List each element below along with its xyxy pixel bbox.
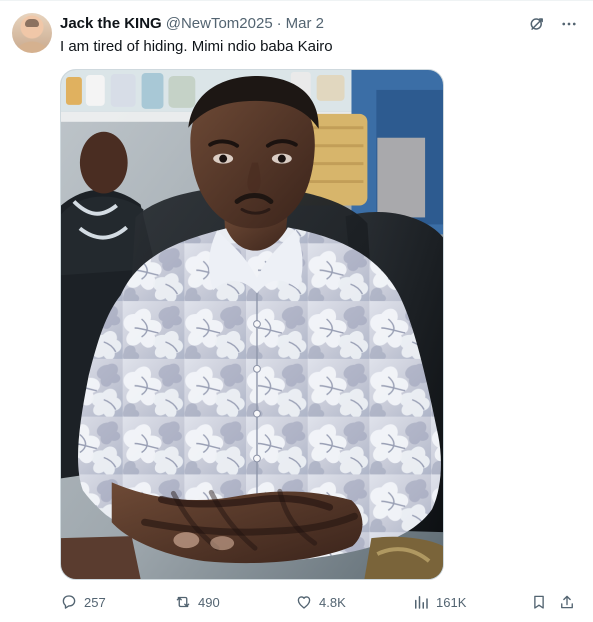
share-button[interactable] [558,593,576,613]
grok-icon[interactable] [527,14,547,34]
views-icon [412,593,430,614]
share-icon [558,593,576,614]
view-count: 161K [436,595,467,610]
tweet-photo[interactable] [60,69,444,580]
repost-count: 490 [198,595,220,610]
like-icon [295,593,313,614]
post-date[interactable]: Mar 2 [286,14,324,34]
more-icon[interactable] [559,14,579,34]
tweet-actions: 257 490 4.8K 161K [60,593,580,613]
reply-count: 257 [84,595,106,610]
display-name[interactable]: Jack the KING [60,14,162,34]
top-actions [527,14,579,34]
separator-dot: · [276,15,282,32]
bookmark-icon [530,593,548,614]
tweet-card[interactable]: Jack the KING @NewTom2025 · Mar 2 I am t… [0,0,593,622]
reply-icon [60,593,78,614]
bookmark-button[interactable] [530,593,548,613]
like-button[interactable]: 4.8K [295,593,346,613]
views-button[interactable]: 161K [412,593,466,613]
repost-button[interactable]: 490 [174,593,220,613]
tweet-text: I am tired of hiding. Mimi ndio baba Kai… [60,38,333,55]
avatar[interactable] [12,13,52,53]
like-count: 4.8K [319,595,346,610]
tweet-header: Jack the KING @NewTom2025 · Mar 2 [60,14,324,34]
reply-button[interactable]: 257 [60,593,106,613]
user-handle[interactable]: @NewTom2025 [166,14,273,34]
repost-icon [174,593,192,614]
